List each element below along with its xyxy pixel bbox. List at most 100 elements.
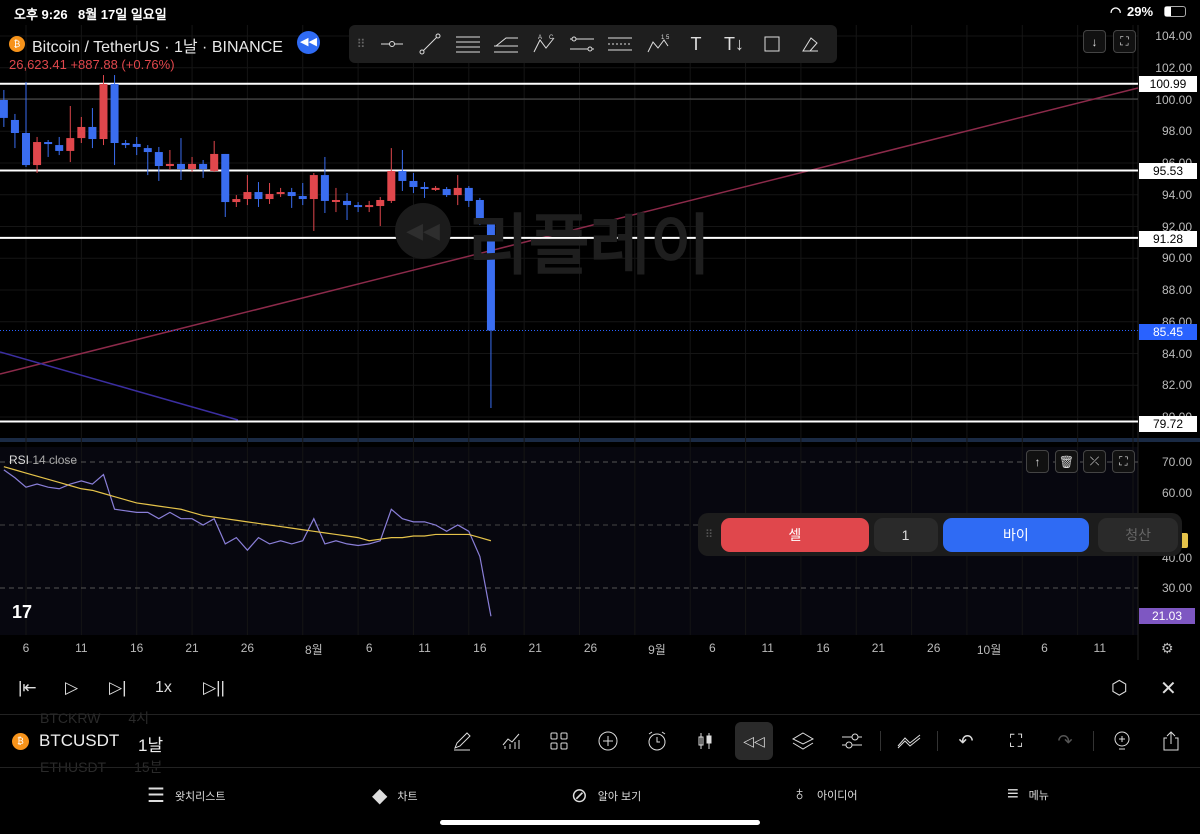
replay-settings-icon[interactable]: ⬡ [1111, 677, 1128, 700]
close-replay-icon[interactable]: ✕ [1160, 676, 1177, 701]
rsi-axis-label: 70.00 [1161, 455, 1192, 469]
alarm-icon[interactable] [638, 722, 676, 760]
chart-settings-icon[interactable]: ⚙ [1161, 640, 1174, 657]
jump-to-realtime-icon[interactable]: ▷|| [203, 678, 225, 698]
candle-body [365, 205, 374, 208]
candle-body [22, 132, 30, 166]
menu-icon: ≡ [1007, 783, 1019, 805]
candle-body [243, 192, 252, 200]
price-axis-label: 84.00 [1161, 346, 1192, 361]
ideas-add-icon[interactable] [1103, 722, 1141, 760]
tab-explore[interactable]: ⊘ 알아 보기 [571, 783, 641, 808]
tab-label: 아이디어 [817, 789, 858, 802]
symbol-interval[interactable]: 1날 [138, 731, 163, 756]
delete-pane-icon[interactable]: 🗑 [1055, 450, 1078, 473]
replay-button[interactable]: ◁◁ [735, 722, 773, 760]
fullscreen-icon[interactable]: ⛶ [997, 722, 1035, 760]
candle-body [387, 170, 396, 201]
skip-to-start-icon[interactable]: |⇤ [18, 678, 37, 698]
trend-line-icon[interactable] [411, 25, 449, 63]
drag-handle-icon[interactable]: ⠿ [349, 25, 373, 63]
hline-tag[interactable]: 91.28 [1139, 231, 1197, 247]
hline-tag[interactable]: 79.72 [1139, 416, 1197, 432]
anchored-text-icon[interactable]: T↓ [715, 25, 753, 63]
buy-button[interactable]: 바이 [942, 517, 1090, 552]
eraser-icon[interactable] [791, 25, 829, 63]
undo-icon[interactable]: ↶ [947, 722, 985, 760]
candle-body [0, 99, 8, 118]
price-axis-label: 88.00 [1161, 283, 1192, 297]
arrow-down-icon[interactable]: ↓ [1083, 30, 1106, 53]
date-axis-label: 11 [761, 641, 774, 655]
abc-pattern-icon[interactable]: AC [525, 25, 563, 63]
candle-body [232, 199, 241, 203]
lightbulb-icon: ♁ [792, 783, 807, 805]
date-range-icon[interactable] [563, 25, 601, 63]
candles-icon[interactable] [686, 722, 724, 760]
horizontal-ray-icon[interactable] [373, 25, 411, 63]
candle-body [44, 142, 53, 145]
price-axis-label: 104.00 [1155, 29, 1192, 43]
step-forward-icon[interactable]: ▷| [109, 678, 127, 698]
long-position-icon[interactable] [601, 25, 639, 63]
tab-ideas[interactable]: ♁ 아이디어 [792, 783, 857, 806]
last-price-tag: 85.45 [1139, 324, 1197, 340]
divider [1093, 731, 1094, 751]
symbol-title[interactable]: Bitcoin / TetherUS · 1날 · BINANCE [32, 33, 283, 57]
close-position-button[interactable]: 청산 [1098, 517, 1178, 552]
tab-chart[interactable]: ◆ 차트 [372, 783, 418, 808]
candle-body [309, 175, 318, 200]
date-axis-label: 26 [927, 641, 941, 655]
candle-body [287, 192, 296, 197]
tab-watchlist[interactable]: ☰ 왓치리스트 [147, 783, 226, 808]
replay-speed-button[interactable]: 1x [155, 679, 172, 697]
symbol-picker-prev: BTCKRW 4시 [40, 708, 149, 728]
tab-label: 알아 보기 [597, 790, 642, 803]
rectangle-icon[interactable] [753, 25, 791, 63]
indicators-icon[interactable] [492, 722, 530, 760]
maximize-pane-icon[interactable]: ⛶ [1113, 30, 1136, 53]
elliott-wave-icon[interactable]: 1 5 [639, 25, 677, 63]
play-icon[interactable]: ▷ [65, 678, 78, 698]
quantity-field[interactable]: 1 [873, 517, 938, 552]
candle-body [10, 119, 19, 133]
hline-tag[interactable]: 100.99 [1139, 76, 1197, 92]
last-price: 26,623.41 [9, 57, 67, 72]
hline-tag[interactable]: 95.53 [1139, 163, 1197, 179]
candle-body [331, 199, 340, 202]
rsi-value-tag: 21.03 [1139, 608, 1195, 624]
home-indicator [440, 820, 760, 825]
drawing-tools-icon[interactable] [443, 722, 481, 760]
tab-menu[interactable]: ≡ 메뉴 [1007, 783, 1049, 806]
candle-body [409, 180, 418, 187]
rsi-legend[interactable]: RSI 14 close [9, 453, 77, 467]
chart-diamond-icon: ◆ [372, 785, 388, 807]
collapse-pane-icon[interactable]: ⤫ [1083, 450, 1106, 473]
pitchfork-icon[interactable] [487, 25, 525, 63]
strategy-icon[interactable] [890, 722, 928, 760]
add-circle-icon[interactable] [589, 722, 627, 760]
layers-icon[interactable] [784, 722, 822, 760]
bitcoin-logo-icon: ₿ [9, 36, 25, 52]
candle-body [298, 196, 307, 200]
date-axis-label: 6 [1041, 641, 1048, 655]
date-axis-label: 21 [528, 641, 542, 655]
price-axis-label: 100.00 [1155, 92, 1192, 107]
move-pane-up-icon[interactable]: ↑ [1026, 450, 1049, 473]
symbol-name[interactable]: BTCUSDT [39, 731, 119, 751]
drag-handle-icon[interactable]: ⠿ [702, 528, 716, 541]
candle-body [265, 193, 274, 200]
price-chart[interactable] [0, 0, 1200, 660]
date-axis-label: 11 [1093, 641, 1107, 655]
date-axis-label: 11 [418, 641, 431, 655]
maximize-rsi-pane-icon[interactable]: ⛶ [1112, 450, 1135, 473]
fib-retracement-icon[interactable] [449, 25, 487, 63]
settings-sliders-icon[interactable] [833, 722, 871, 760]
replay-icon[interactable]: ◀◀ [297, 31, 320, 54]
redo-icon[interactable]: ↷ [1046, 722, 1084, 760]
text-icon[interactable]: T [677, 25, 715, 63]
candle-body [143, 148, 152, 153]
sell-button[interactable]: 셀 [720, 517, 869, 552]
share-icon[interactable] [1152, 722, 1190, 760]
layout-grid-icon[interactable] [540, 722, 578, 760]
